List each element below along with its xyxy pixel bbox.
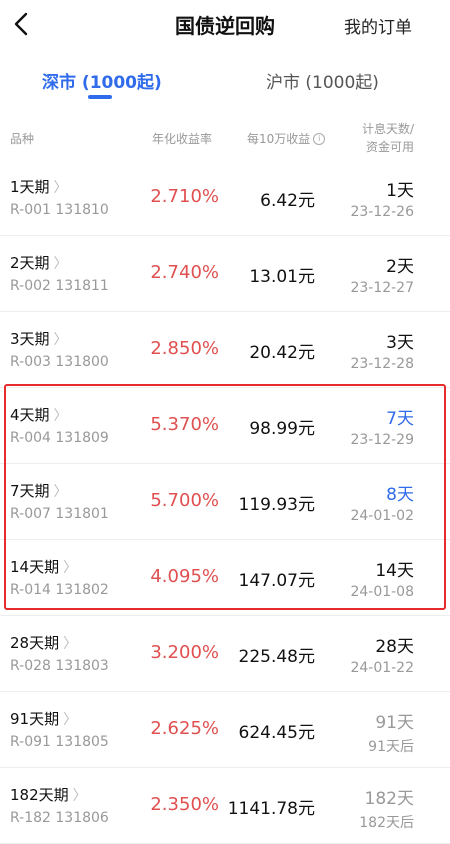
row-code: R-001 131810 — [10, 202, 109, 218]
row-interest-days: 2天 — [386, 257, 414, 277]
table-row[interactable]: 2天期〉 R-002 131811 2.740% 13.01元 2天 23-12-27 — [0, 236, 450, 312]
column-header: 品种 年化收益率 每10万收益 i 计息天数/ 资金可用 — [0, 118, 450, 158]
row-code: R-003 131800 — [10, 354, 109, 370]
table-row[interactable]: 1天期〉 R-001 131810 2.710% 6.42元 1天 23-12-26 — [0, 160, 450, 236]
row-name: 182天期〉 — [10, 784, 87, 805]
chevron-right-icon: 〉 — [72, 788, 87, 804]
col-interest-days-line1: 计息天数/ — [361, 122, 414, 136]
chevron-right-icon: 〉 — [53, 332, 68, 348]
highlight-box — [4, 384, 446, 610]
col-interest-days-line2: 资金可用 — [365, 140, 414, 154]
row-income: 20.42元 — [249, 343, 315, 363]
row-code: R-182 131806 — [10, 810, 109, 826]
market-tabs: 深市 (1000起) 沪市 (1000起) — [0, 62, 450, 106]
chevron-right-icon: 〉 — [63, 712, 78, 728]
row-name-label: 3天期 — [10, 330, 50, 348]
row-code: R-028 131803 — [10, 658, 109, 674]
row-name-label: 182天期 — [10, 786, 69, 804]
row-fund-available: 91天后 — [368, 739, 414, 755]
my-orders-link[interactable]: 我的订单 — [344, 13, 412, 38]
col-interest-days: 计息天数/ 资金可用 — [362, 120, 414, 156]
row-fund-available: 182天后 — [359, 815, 414, 831]
row-interest-days: 3天 — [386, 333, 414, 353]
row-name: 3天期〉 — [10, 328, 68, 349]
row-name: 91天期〉 — [10, 708, 77, 729]
row-name-label: 91天期 — [10, 710, 60, 728]
row-code: R-002 131811 — [10, 278, 109, 294]
row-fund-available: 23-12-26 — [350, 204, 414, 220]
row-name-label: 2天期 — [10, 254, 50, 272]
row-name-label: 28天期 — [10, 634, 60, 652]
row-annual-rate: 3.200% — [150, 642, 219, 663]
row-name: 1天期〉 — [10, 176, 68, 197]
table-row[interactable]: 3天期〉 R-003 131800 2.850% 20.42元 3天 23-12-28 — [0, 312, 450, 388]
row-income: 1141.78元 — [227, 799, 315, 819]
row-code: R-091 131805 — [10, 734, 109, 750]
row-annual-rate: 2.740% — [150, 262, 219, 283]
row-interest-days: 182天 — [364, 789, 414, 809]
tab-shenzhen[interactable]: 深市 (1000起) — [42, 68, 162, 93]
col-per-100k[interactable]: 每10万收益 i — [247, 130, 326, 147]
row-income: 225.48元 — [238, 647, 315, 667]
row-fund-available: 23-12-27 — [350, 280, 414, 296]
row-name-label: 1天期 — [10, 178, 50, 196]
top-bar: 国债逆回购 我的订单 — [0, 0, 450, 46]
info-icon[interactable]: i — [313, 132, 326, 145]
chevron-right-icon: 〉 — [63, 636, 78, 652]
chevron-right-icon: 〉 — [53, 180, 68, 196]
row-annual-rate: 2.625% — [150, 718, 219, 739]
tab-shanghai[interactable]: 沪市 (1000起) — [266, 68, 379, 93]
row-fund-available: 23-12-28 — [350, 356, 414, 372]
row-income: 6.42元 — [260, 191, 315, 211]
row-annual-rate: 2.710% — [150, 186, 219, 207]
row-income: 624.45元 — [238, 723, 315, 743]
row-interest-days: 91天 — [375, 713, 414, 733]
row-annual-rate: 2.850% — [150, 338, 219, 359]
chevron-right-icon: 〉 — [53, 256, 68, 272]
col-annual-rate: 年化收益率 — [152, 132, 213, 146]
row-fund-available: 24-01-22 — [350, 660, 414, 676]
row-interest-days: 28天 — [375, 637, 414, 657]
row-name: 2天期〉 — [10, 252, 68, 273]
col-per-100k-label: 每10万收益 — [247, 132, 311, 146]
col-variety: 品种 — [10, 132, 35, 146]
row-annual-rate: 2.350% — [150, 794, 219, 815]
table-row[interactable]: 91天期〉 R-091 131805 2.625% 624.45元 91天 91天后 — [0, 692, 450, 768]
active-tab-indicator — [88, 95, 112, 99]
row-income: 13.01元 — [249, 267, 315, 287]
table-row[interactable]: 28天期〉 R-028 131803 3.200% 225.48元 28天 24-01-2… — [0, 616, 450, 692]
row-interest-days: 1天 — [386, 181, 414, 201]
row-name: 28天期〉 — [10, 632, 77, 653]
table-row[interactable]: 182天期〉 R-182 131806 2.350% 1141.78元 182天 182天… — [0, 768, 450, 844]
